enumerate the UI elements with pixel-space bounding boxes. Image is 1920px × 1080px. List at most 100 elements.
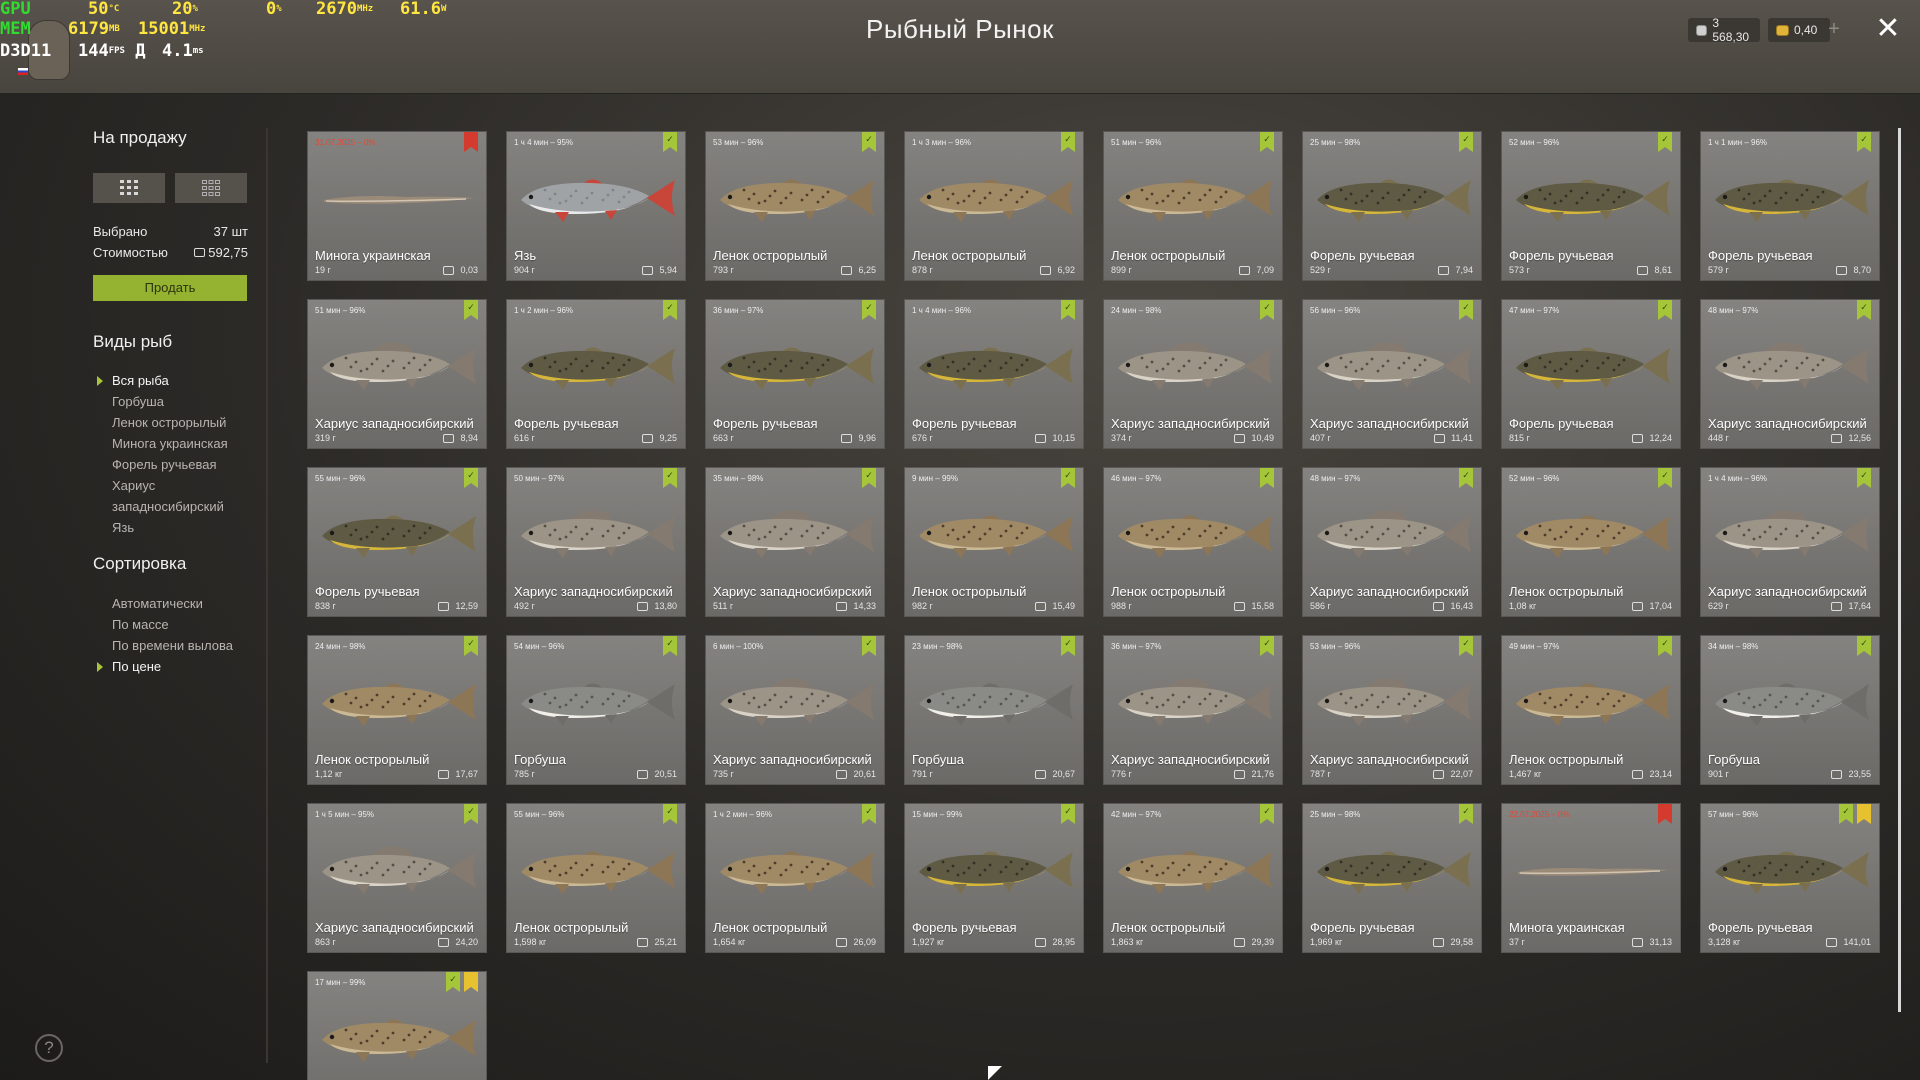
fish-card[interactable]: 1 ч 2 мин – 96% ✓ Форель ручьевая 616 г 9,2… bbox=[506, 299, 686, 449]
selected-bookmark-icon[interactable]: ✓ bbox=[862, 132, 876, 152]
selected-bookmark-icon[interactable]: ✓ bbox=[663, 636, 677, 656]
fish-card[interactable]: 54 мин – 96% ✓ Горбуша 785 г 20,51 bbox=[506, 635, 686, 785]
fish-card[interactable]: 1 ч 5 мин – 95% ✓ Хариус западносибирский… bbox=[307, 803, 487, 953]
selected-bookmark-icon[interactable]: ✓ bbox=[1857, 300, 1871, 320]
fish-card[interactable]: 55 мин – 96% ✓ Ленок острорылый 1,598 кг 25… bbox=[506, 803, 686, 953]
grid-large-view-button[interactable] bbox=[93, 173, 165, 203]
selected-bookmark-icon[interactable]: ✓ bbox=[1658, 468, 1672, 488]
fish-card[interactable]: 1 ч 4 мин – 96% ✓ Хариус западносибирский… bbox=[1700, 467, 1880, 617]
species-filter-item[interactable]: Язь bbox=[93, 517, 253, 538]
selected-bookmark-icon[interactable]: ✓ bbox=[663, 300, 677, 320]
selected-bookmark-icon[interactable]: ✓ bbox=[1459, 804, 1473, 824]
fish-card[interactable]: 53 мин – 96% ✓ Хариус западносибирский 787… bbox=[1302, 635, 1482, 785]
selected-bookmark-icon[interactable]: ✓ bbox=[663, 468, 677, 488]
selected-bookmark-icon[interactable]: ✓ bbox=[464, 636, 478, 656]
selected-bookmark-icon[interactable]: ✓ bbox=[663, 804, 677, 824]
species-filter-item[interactable]: Форель ручьевая bbox=[93, 454, 253, 475]
selected-bookmark-icon[interactable]: ✓ bbox=[1658, 300, 1672, 320]
selected-bookmark-icon[interactable]: ✓ bbox=[1061, 636, 1075, 656]
fish-card[interactable]: 50 мин – 97% ✓ Хариус западносибирский 492… bbox=[506, 467, 686, 617]
fish-card[interactable]: 49 мин – 97% ✓ Ленок острорылый 1,467 кг 23… bbox=[1501, 635, 1681, 785]
favorite-bookmark-icon[interactable] bbox=[464, 972, 478, 992]
fish-card[interactable]: 48 мин – 97% ✓ Хариус западносибирский 448… bbox=[1700, 299, 1880, 449]
selected-bookmark-icon[interactable]: ✓ bbox=[862, 300, 876, 320]
fish-card[interactable]: 25 мин – 98% ✓ Форель ручьевая 529 г 7,94 bbox=[1302, 131, 1482, 281]
favorite-bookmark-icon[interactable] bbox=[1857, 804, 1871, 824]
fish-card[interactable]: 31.07.2025 – 0% Минога украинская 19 г 0,0… bbox=[307, 131, 487, 281]
fish-card[interactable]: 35 мин – 98% ✓ Хариус западносибирский 511… bbox=[705, 467, 885, 617]
fish-card[interactable]: 9 мин – 99% ✓ Ленок острорылый 982 г 15,49 bbox=[904, 467, 1084, 617]
selected-bookmark-icon[interactable]: ✓ bbox=[862, 636, 876, 656]
selected-bookmark-icon[interactable]: ✓ bbox=[1260, 636, 1274, 656]
sort-option-item[interactable]: Автоматически bbox=[93, 593, 253, 614]
fish-card[interactable]: 6 мин – 100% ✓ Хариус западносибирский 735… bbox=[705, 635, 885, 785]
selected-bookmark-icon[interactable]: ✓ bbox=[464, 468, 478, 488]
selected-bookmark-icon[interactable]: ✓ bbox=[1061, 804, 1075, 824]
fish-card[interactable]: 17 мин – 99% ✓ bbox=[307, 971, 487, 1080]
selected-bookmark-icon[interactable]: ✓ bbox=[446, 972, 460, 992]
scrollbar[interactable] bbox=[1898, 128, 1901, 1012]
selected-bookmark-icon[interactable]: ✓ bbox=[1658, 636, 1672, 656]
selected-bookmark-icon[interactable]: ✓ bbox=[862, 804, 876, 824]
fish-card[interactable]: 23 мин – 98% ✓ Горбуша 791 г 20,67 bbox=[904, 635, 1084, 785]
fish-card[interactable]: 53 мин – 96% ✓ Ленок острорылый 793 г 6,25 bbox=[705, 131, 885, 281]
help-icon[interactable]: ? bbox=[35, 1034, 63, 1062]
fish-card[interactable]: 52 мин – 96% ✓ Ленок острорылый 1,08 кг 17,… bbox=[1501, 467, 1681, 617]
fish-card[interactable]: 1 ч 2 мин – 96% ✓ Ленок острорылый 1,654 к… bbox=[705, 803, 885, 953]
species-filter-item[interactable]: Хариус западносибирский bbox=[93, 475, 253, 517]
fish-card[interactable]: 47 мин – 97% ✓ Форель ручьевая 815 г 12,24 bbox=[1501, 299, 1681, 449]
fish-card[interactable]: 42 мин – 97% ✓ Ленок острорылый 1,863 кг 29… bbox=[1103, 803, 1283, 953]
selected-bookmark-icon[interactable]: ✓ bbox=[1260, 300, 1274, 320]
selected-bookmark-icon[interactable]: ✓ bbox=[1839, 804, 1853, 824]
fish-card[interactable]: 46 мин – 97% ✓ Ленок острорылый 988 г 15,58 bbox=[1103, 467, 1283, 617]
add-currency-button[interactable]: + bbox=[1822, 18, 1846, 42]
fish-card[interactable]: 36 мин – 97% ✓ Форель ручьевая 663 г 9,96 bbox=[705, 299, 885, 449]
unchecked-bookmark-icon[interactable] bbox=[464, 132, 478, 152]
sell-button[interactable]: Продать bbox=[93, 275, 247, 301]
selected-bookmark-icon[interactable]: ✓ bbox=[1260, 804, 1274, 824]
species-filter-item[interactable]: Минога украинская bbox=[93, 433, 253, 454]
selected-bookmark-icon[interactable]: ✓ bbox=[1857, 636, 1871, 656]
grid-small-view-button[interactable] bbox=[175, 173, 247, 203]
species-filter-item[interactable]: Горбуша bbox=[93, 391, 253, 412]
selected-bookmark-icon[interactable]: ✓ bbox=[1459, 636, 1473, 656]
selected-bookmark-icon[interactable]: ✓ bbox=[663, 132, 677, 152]
unchecked-bookmark-icon[interactable] bbox=[1658, 804, 1672, 824]
sort-option-item[interactable]: По массе bbox=[93, 614, 253, 635]
fish-card[interactable]: 34 мин – 98% ✓ Горбуша 901 г 23,55 bbox=[1700, 635, 1880, 785]
fish-card[interactable]: 24 мин – 98% ✓ Ленок острорылый 1,12 кг 17,… bbox=[307, 635, 487, 785]
sort-option-item[interactable]: По цене bbox=[93, 656, 253, 677]
selected-bookmark-icon[interactable]: ✓ bbox=[862, 468, 876, 488]
fish-card[interactable]: 51 мин – 96% ✓ Ленок острорылый 899 г 7,09 bbox=[1103, 131, 1283, 281]
selected-bookmark-icon[interactable]: ✓ bbox=[1658, 132, 1672, 152]
fish-card[interactable]: 48 мин – 97% ✓ Хариус западносибирский 586… bbox=[1302, 467, 1482, 617]
fish-card[interactable]: 52 мин – 96% ✓ Форель ручьевая 573 г 8,61 bbox=[1501, 131, 1681, 281]
selected-bookmark-icon[interactable]: ✓ bbox=[1061, 132, 1075, 152]
selected-bookmark-icon[interactable]: ✓ bbox=[1260, 132, 1274, 152]
species-filter-item[interactable]: Вся рыба bbox=[93, 370, 253, 391]
selected-bookmark-icon[interactable]: ✓ bbox=[1061, 300, 1075, 320]
fish-card[interactable]: 1 ч 4 мин – 95% ✓ Язь 904 г 5,94 bbox=[506, 131, 686, 281]
fish-card[interactable]: 55 мин – 96% ✓ Форель ручьевая 838 г 12,59 bbox=[307, 467, 487, 617]
close-button[interactable]: ✕ bbox=[1872, 14, 1904, 46]
selected-bookmark-icon[interactable]: ✓ bbox=[1459, 300, 1473, 320]
selected-bookmark-icon[interactable]: ✓ bbox=[1260, 468, 1274, 488]
selected-bookmark-icon[interactable]: ✓ bbox=[1459, 132, 1473, 152]
selected-bookmark-icon[interactable]: ✓ bbox=[1061, 468, 1075, 488]
selected-bookmark-icon[interactable]: ✓ bbox=[464, 300, 478, 320]
fish-card[interactable]: 57 мин – 96% ✓ Форель ручьевая 3,128 кг 141… bbox=[1700, 803, 1880, 953]
selected-bookmark-icon[interactable]: ✓ bbox=[1857, 468, 1871, 488]
fish-card[interactable]: 24 мин – 98% ✓ Хариус западносибирский 374… bbox=[1103, 299, 1283, 449]
species-filter-item[interactable]: Ленок острорылый bbox=[93, 412, 253, 433]
fish-card[interactable]: 15 мин – 99% ✓ Форель ручьевая 1,927 кг 28,… bbox=[904, 803, 1084, 953]
selected-bookmark-icon[interactable]: ✓ bbox=[464, 804, 478, 824]
fish-card[interactable]: 1 ч 1 мин – 96% ✓ Форель ручьевая 579 г 8,7… bbox=[1700, 131, 1880, 281]
fish-card[interactable]: 36 мин – 97% ✓ Хариус западносибирский 776… bbox=[1103, 635, 1283, 785]
fish-card[interactable]: 22.07.2025 – 0% Минога украинская 37 г 31,… bbox=[1501, 803, 1681, 953]
fish-card[interactable]: 25 мин – 98% ✓ Форель ручьевая 1,969 кг 29,… bbox=[1302, 803, 1482, 953]
fish-card[interactable]: 56 мин – 96% ✓ Хариус западносибирский 407… bbox=[1302, 299, 1482, 449]
sort-option-item[interactable]: По времени вылова bbox=[93, 635, 253, 656]
selected-bookmark-icon[interactable]: ✓ bbox=[1857, 132, 1871, 152]
fish-card[interactable]: 1 ч 4 мин – 96% ✓ Форель ручьевая 676 г 10,… bbox=[904, 299, 1084, 449]
fish-card[interactable]: 1 ч 3 мин – 96% ✓ Ленок острорылый 878 г 6,… bbox=[904, 131, 1084, 281]
